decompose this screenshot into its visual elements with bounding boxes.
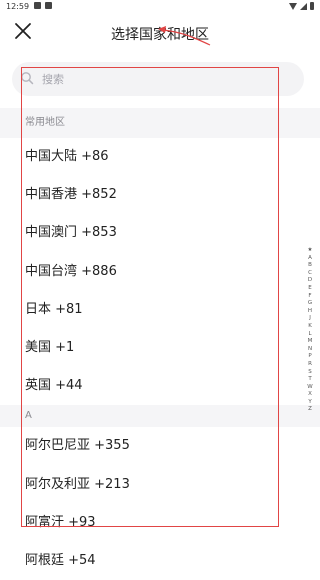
list-item[interactable]: 英国 +44	[0, 367, 320, 405]
status-time: 12:59	[6, 2, 30, 11]
index-letter[interactable]: X	[308, 391, 312, 399]
index-letter[interactable]: G	[308, 300, 312, 308]
index-letter[interactable]: N	[308, 346, 312, 354]
index-letter[interactable]: M	[308, 338, 313, 346]
list-item[interactable]: 美国 +1	[0, 329, 320, 367]
index-letter[interactable]: F	[308, 293, 311, 301]
index-letter[interactable]: B	[308, 262, 312, 270]
search-input[interactable]	[40, 66, 294, 92]
index-letter[interactable]: C	[308, 270, 312, 278]
index-letter[interactable]: E	[308, 285, 311, 293]
page-title: 选择国家和地区	[111, 27, 209, 43]
list-item[interactable]: 中国台湾 +886	[0, 253, 320, 291]
signal-icon	[300, 2, 307, 10]
status-bar: 12:59	[0, 0, 320, 14]
index-letter[interactable]: K	[308, 323, 312, 331]
index-letter[interactable]: L	[308, 331, 311, 339]
index-letter[interactable]: Z	[308, 406, 312, 414]
header: 选择国家和地区	[0, 14, 320, 52]
search-bar[interactable]	[12, 62, 304, 96]
section-header-a: A	[0, 405, 320, 428]
index-letter[interactable]: A	[308, 255, 312, 263]
section-header-common: 常用地区	[0, 108, 320, 138]
battery-icon	[310, 2, 314, 10]
index-letter[interactable]: H	[308, 308, 312, 316]
system-icons	[289, 2, 314, 10]
list-item[interactable]: 日本 +81	[0, 291, 320, 329]
list-item[interactable]: 阿尔及利亚 +213	[0, 466, 320, 504]
index-letter[interactable]: J	[309, 315, 311, 323]
notification-icon	[45, 2, 52, 9]
country-list: 常用地区 中国大陆 +86 中国香港 +852 中国澳门 +853 中国台湾 +…	[0, 108, 320, 580]
index-letter[interactable]: Y	[308, 399, 311, 407]
list-item[interactable]: 阿富汗 +93	[0, 504, 320, 542]
list-item[interactable]: 阿根廷 +54	[0, 542, 320, 580]
list-item[interactable]: 中国澳门 +853	[0, 214, 320, 252]
search-icon	[21, 72, 34, 85]
index-letter[interactable]: P	[308, 353, 311, 361]
index-letter[interactable]: T	[308, 376, 311, 384]
notification-icons	[34, 2, 52, 9]
index-letter[interactable]: W	[307, 384, 312, 392]
alphabet-index[interactable]: ★ A B C D E F G H J K L M N P R S T W X …	[306, 247, 314, 414]
wifi-icon	[289, 2, 297, 10]
list-item[interactable]: 阿尔巴尼亚 +355	[0, 427, 320, 465]
index-letter[interactable]: S	[308, 369, 312, 377]
index-letter[interactable]: R	[308, 361, 312, 369]
list-item[interactable]: 中国香港 +852	[0, 176, 320, 214]
notification-icon	[34, 2, 41, 9]
index-letter[interactable]: D	[308, 277, 312, 285]
index-star[interactable]: ★	[308, 247, 313, 255]
list-item[interactable]: 中国大陆 +86	[0, 138, 320, 176]
